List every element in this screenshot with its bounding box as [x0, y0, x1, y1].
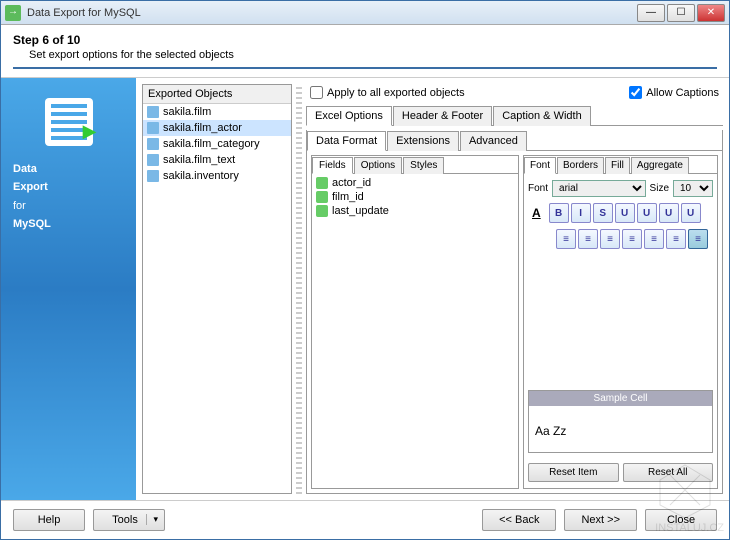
align-btn-6[interactable]: ≡: [688, 229, 708, 249]
object-label: sakila.film_actor: [163, 122, 242, 134]
tab-fields[interactable]: Fields: [312, 157, 353, 174]
field-label: actor_id: [332, 177, 371, 189]
font-color-icon[interactable]: A: [528, 206, 545, 220]
format-btn-1[interactable]: I: [571, 203, 591, 223]
sample-header: Sample Cell: [529, 391, 712, 406]
titlebar: Data Export for MySQL — ☐ ✕: [1, 1, 729, 25]
tabs-fields: FieldsOptionsStyles: [312, 156, 518, 174]
splitter-handle[interactable]: [296, 84, 302, 494]
tab-header-footer[interactable]: Header & Footer: [393, 106, 492, 126]
field-item[interactable]: film_id: [314, 190, 516, 204]
object-item[interactable]: sakila.inventory: [143, 168, 291, 184]
sidebar-line3: for: [13, 200, 26, 212]
apply-all-label: Apply to all exported objects: [327, 87, 465, 99]
field-item[interactable]: last_update: [314, 204, 516, 218]
tabs-top: Excel OptionsHeader & FooterCaption & Wi…: [306, 105, 723, 126]
size-select[interactable]: 10: [673, 180, 713, 197]
object-label: sakila.inventory: [163, 170, 239, 182]
tab-font[interactable]: Font: [524, 157, 556, 174]
table-icon: [147, 106, 159, 118]
format-btn-5[interactable]: U: [659, 203, 679, 223]
object-item[interactable]: sakila.film_text: [143, 152, 291, 168]
table-icon: [147, 122, 159, 134]
table-icon: [147, 170, 159, 182]
tab-data-format[interactable]: Data Format: [307, 131, 386, 151]
align-btn-3[interactable]: ≡: [622, 229, 642, 249]
object-label: sakila.film: [163, 106, 211, 118]
reset-item-button[interactable]: Reset Item: [528, 463, 619, 482]
format-btn-0[interactable]: B: [549, 203, 569, 223]
help-button[interactable]: Help: [13, 509, 85, 531]
step-title: Step 6 of 10: [13, 33, 717, 47]
tab-options[interactable]: Options: [354, 157, 402, 174]
tab-extensions[interactable]: Extensions: [387, 131, 459, 151]
back-button[interactable]: << Back: [482, 509, 556, 531]
size-label: Size: [650, 183, 669, 194]
tabs-mid: Data FormatExtensionsAdvanced: [307, 130, 722, 151]
allow-captions-checkbox[interactable]: Allow Captions: [629, 86, 719, 99]
tab-styles[interactable]: Styles: [403, 157, 444, 174]
font-select[interactable]: arial: [552, 180, 646, 197]
align-btn-5[interactable]: ≡: [666, 229, 686, 249]
align-btn-2[interactable]: ≡: [600, 229, 620, 249]
column-icon: [316, 205, 328, 217]
sample-cell-box: Sample Cell Aa Zz: [528, 390, 713, 453]
object-item[interactable]: sakila.film_actor: [143, 120, 291, 136]
column-icon: [316, 191, 328, 203]
tab-fill[interactable]: Fill: [605, 157, 630, 174]
field-label: last_update: [332, 205, 389, 217]
exported-objects-list[interactable]: sakila.film sakila.film_actor sakila.film_…: [143, 104, 291, 493]
close-footer-button[interactable]: Close: [645, 509, 717, 531]
column-icon: [316, 177, 328, 189]
wizard-sidebar: Data Export for MySQL: [1, 78, 136, 500]
app-icon: [5, 5, 21, 21]
tab-caption-width[interactable]: Caption & Width: [493, 106, 590, 126]
sidebar-line2: Export: [13, 181, 48, 193]
table-icon: [147, 138, 159, 150]
field-item[interactable]: actor_id: [314, 176, 516, 190]
apply-all-checkbox[interactable]: Apply to all exported objects: [310, 86, 465, 99]
tab-advanced[interactable]: Advanced: [460, 131, 527, 151]
close-button[interactable]: ✕: [697, 4, 725, 22]
sidebar-line4: MySQL: [13, 218, 51, 230]
tabs-font: FontBordersFillAggregate: [524, 156, 717, 174]
format-btn-6[interactable]: U: [681, 203, 701, 223]
minimize-button[interactable]: —: [637, 4, 665, 22]
align-btn-1[interactable]: ≡: [578, 229, 598, 249]
reset-all-button[interactable]: Reset All: [623, 463, 714, 482]
tab-excel-options[interactable]: Excel Options: [306, 106, 392, 126]
object-item[interactable]: sakila.film_category: [143, 136, 291, 152]
allow-captions-label: Allow Captions: [646, 87, 719, 99]
tools-button[interactable]: Tools: [93, 509, 165, 531]
tab-aggregate[interactable]: Aggregate: [631, 157, 689, 174]
next-button[interactable]: Next >>: [564, 509, 637, 531]
exported-objects-header: Exported Objects: [143, 85, 291, 104]
field-label: film_id: [332, 191, 364, 203]
tab-borders[interactable]: Borders: [557, 157, 604, 174]
object-label: sakila.film_text: [163, 154, 235, 166]
format-btn-3[interactable]: U: [615, 203, 635, 223]
maximize-button[interactable]: ☐: [667, 4, 695, 22]
step-header: Step 6 of 10 Set export options for the …: [1, 25, 729, 78]
sample-text: Aa Zz: [529, 406, 712, 452]
object-item[interactable]: sakila.film: [143, 104, 291, 120]
align-btn-0[interactable]: ≡: [556, 229, 576, 249]
align-btn-4[interactable]: ≡: [644, 229, 664, 249]
footer: Help Tools << Back Next >> Close: [1, 500, 729, 539]
fields-list[interactable]: actor_id film_id last_update: [312, 174, 518, 488]
sidebar-line1: Data: [13, 163, 37, 175]
format-btn-2[interactable]: S: [593, 203, 613, 223]
font-label: Font: [528, 183, 548, 194]
product-icon: [45, 98, 93, 146]
format-btn-4[interactable]: U: [637, 203, 657, 223]
exported-objects-panel: Exported Objects sakila.film sakila.film_…: [142, 84, 292, 494]
window-title: Data Export for MySQL: [27, 7, 637, 19]
object-label: sakila.film_category: [163, 138, 260, 150]
table-icon: [147, 154, 159, 166]
step-subtitle: Set export options for the selected obje…: [13, 49, 717, 61]
